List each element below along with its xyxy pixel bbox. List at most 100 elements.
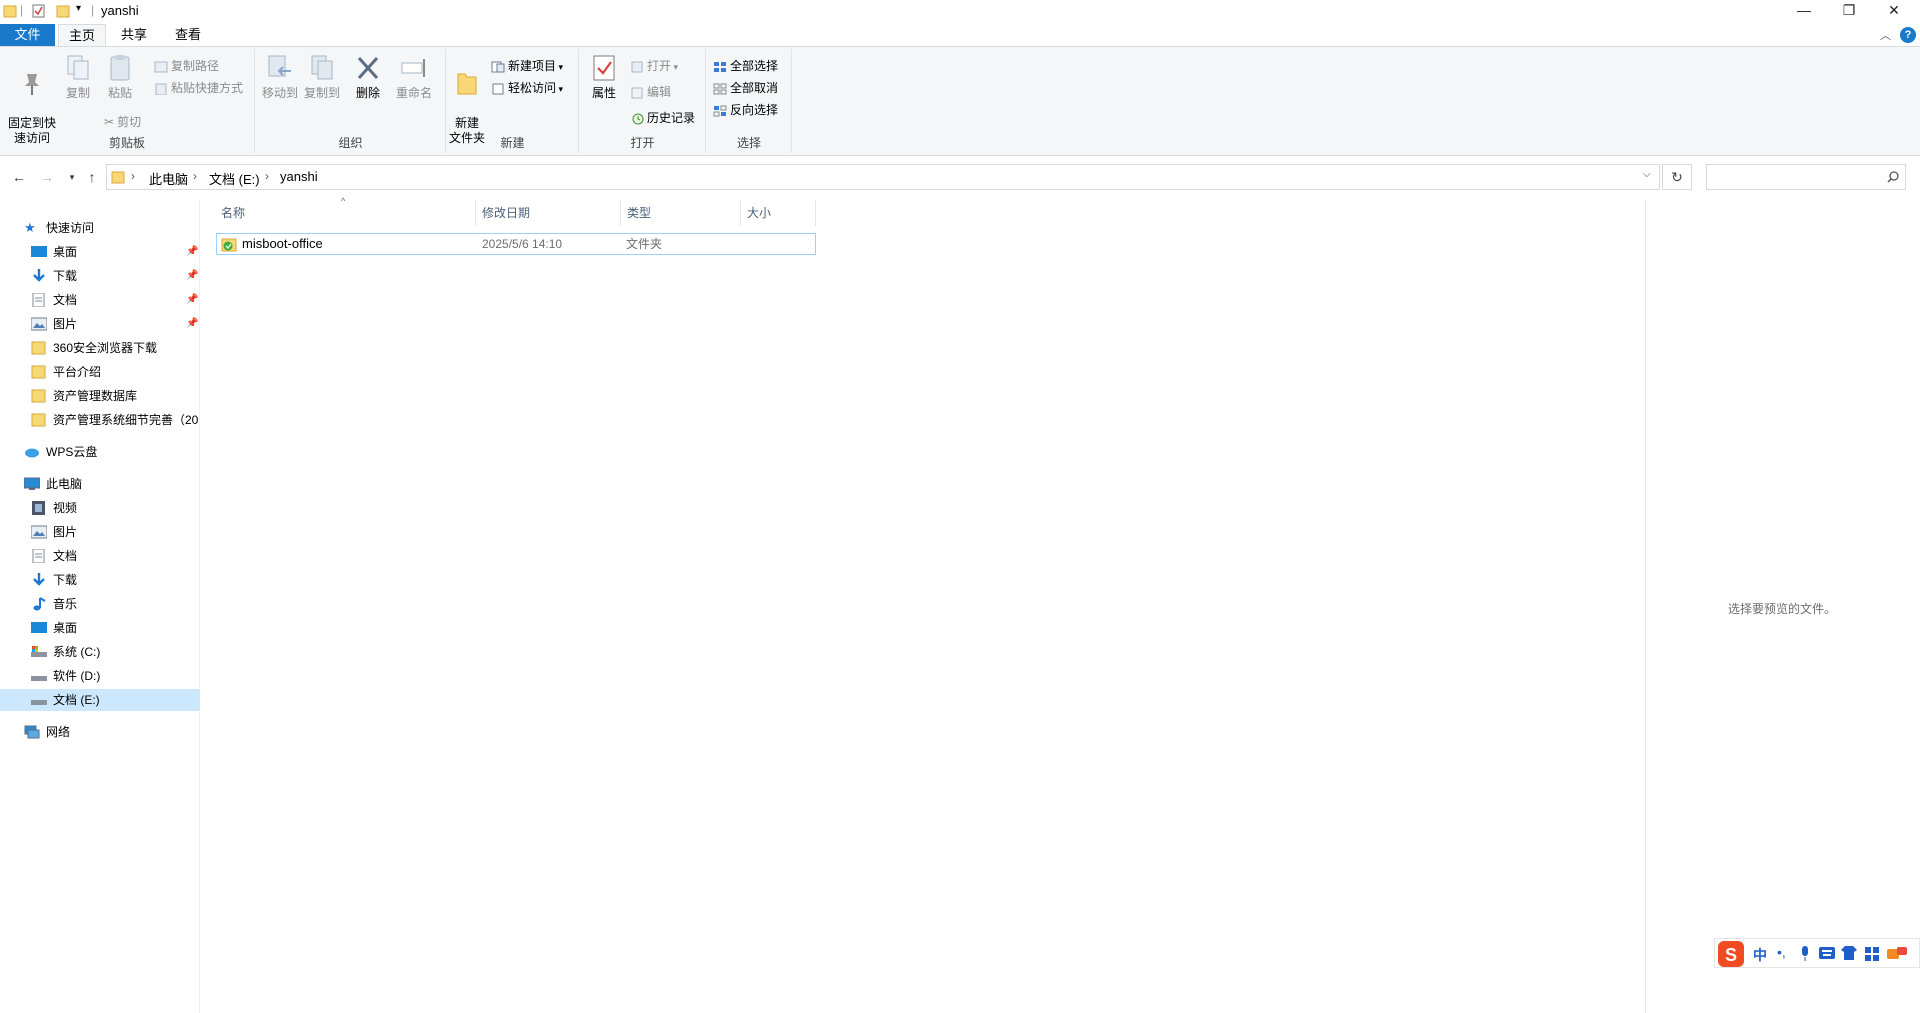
download-icon: [33, 573, 45, 586]
nav-item-pictures[interactable]: 图片: [31, 313, 201, 335]
nav-item-asset-db[interactable]: 资产管理数据库: [31, 385, 201, 407]
open-button[interactable]: 打开 ▾: [630, 57, 678, 75]
address-dropdown-icon[interactable]: ⌵: [1643, 169, 1651, 180]
new-item-button[interactable]: 新建项目 ▾: [491, 57, 563, 75]
group-select: 全部选择 全部取消 反向选择 选择: [707, 49, 792, 153]
help-icon[interactable]: ?: [1900, 27, 1916, 43]
nav-item-downloads[interactable]: 下载: [31, 265, 201, 287]
paste-button[interactable]: 粘贴: [104, 53, 136, 101]
tab-file[interactable]: 文件: [0, 24, 55, 46]
column-header-size[interactable]: 大小: [741, 200, 816, 226]
keyboard-icon[interactable]: [1819, 947, 1835, 959]
tab-home[interactable]: 主页: [58, 24, 106, 46]
ribbon-tabs: 文件 主页 共享 查看 ︿ ?: [0, 24, 1920, 46]
column-header-name[interactable]: 名称: [215, 200, 476, 226]
drive-icon: [31, 700, 47, 705]
skin-icon[interactable]: [1841, 946, 1857, 960]
nav-item-drive-c[interactable]: 系统 (C:): [31, 641, 201, 663]
properties-quick-icon[interactable]: [32, 3, 46, 19]
nav-quick-access[interactable]: ★ 快速访问: [24, 217, 194, 239]
nav-item-documents[interactable]: 文档: [31, 289, 201, 311]
refresh-icon[interactable]: ↻: [1662, 164, 1692, 190]
restore-button[interactable]: ❐: [1826, 0, 1872, 22]
minimize-button[interactable]: —: [1781, 0, 1827, 22]
up-icon[interactable]: ↑: [83, 168, 101, 186]
pin-icon[interactable]: 📌: [186, 318, 198, 329]
properties-button[interactable]: 属性: [588, 53, 620, 101]
quick-access-dropdown-icon[interactable]: ▾: [76, 3, 81, 19]
address-bar[interactable]: › 此电脑 › 文档 (E:) › yanshi ⌵: [106, 164, 1660, 190]
paste-shortcut-button[interactable]: 粘贴快捷方式: [154, 79, 243, 97]
nav-item-drive-d[interactable]: 软件 (D:): [31, 665, 201, 687]
nav-item-music[interactable]: 音乐: [31, 593, 201, 615]
nav-item-360-downloads[interactable]: 360安全浏览器下载: [31, 337, 201, 359]
table-row[interactable]: misboot-office 2025/5/6 14:10 文件夹: [216, 233, 816, 255]
breadcrumb-this-pc[interactable]: 此电脑: [149, 169, 188, 188]
easy-access-button[interactable]: 轻松访问 ▾: [491, 79, 563, 97]
nav-item-pc-downloads[interactable]: 下载: [31, 569, 201, 591]
history-button[interactable]: 历史记录: [630, 109, 695, 127]
nav-item-pc-desktop[interactable]: 桌面: [31, 617, 201, 639]
nav-item-videos[interactable]: 视频: [31, 497, 201, 519]
pin-icon[interactable]: 📌: [186, 270, 198, 281]
ime-extra-icon[interactable]: [1887, 947, 1909, 961]
pin-quick-access-button[interactable]: 固定到快 速访问: [4, 53, 60, 146]
nav-item-drive-e[interactable]: 文档 (E:): [0, 689, 200, 711]
nav-item-pc-documents[interactable]: 文档: [31, 545, 201, 567]
search-input[interactable]: [1706, 164, 1906, 190]
nav-item-label: 软件 (D:): [53, 669, 101, 683]
ribbon: 固定到快 速访问 复制 粘贴 复制路径 粘贴快捷方式 ✂ 剪切 剪贴板 移动到 复…: [0, 46, 1920, 156]
collapse-ribbon-icon[interactable]: ︿: [1880, 27, 1891, 43]
punctuation-icon[interactable]: •,: [1777, 944, 1786, 960]
recent-locations-icon[interactable]: ▾: [63, 168, 81, 186]
document-icon: [32, 549, 45, 563]
cut-button[interactable]: ✂ 剪切: [104, 113, 141, 131]
pin-icon[interactable]: 📌: [186, 294, 198, 305]
group-clipboard: 固定到快 速访问 复制 粘贴 复制路径 粘贴快捷方式 ✂ 剪切 剪贴板: [0, 49, 255, 153]
chevron-down-icon: ▾: [556, 84, 564, 94]
copy-button[interactable]: 复制: [62, 53, 94, 101]
copy-path-button[interactable]: 复制路径: [154, 57, 219, 75]
back-icon[interactable]: ←: [10, 168, 28, 186]
move-to-button[interactable]: 移动到: [260, 53, 300, 101]
nav-network[interactable]: 网络: [24, 721, 194, 743]
tab-view[interactable]: 查看: [167, 24, 209, 46]
column-header-date[interactable]: 修改日期: [476, 200, 621, 226]
new-folder-icon: [457, 73, 477, 95]
select-none-button[interactable]: 全部取消: [713, 79, 778, 97]
breadcrumb-drive-e[interactable]: 文档 (E:): [209, 169, 260, 188]
network-icon: [24, 725, 40, 739]
navigation-pane: ★ 快速访问 桌面 📌 下载 📌 文档 📌 图片 📌 360安全浏览器下载 平台…: [0, 200, 200, 1013]
tab-share[interactable]: 共享: [113, 24, 155, 46]
breadcrumb-yanshi[interactable]: yanshi: [280, 169, 318, 184]
ime-language-toggle[interactable]: 中: [1753, 945, 1767, 965]
copy-to-button[interactable]: 复制到: [302, 53, 342, 101]
invert-selection-button[interactable]: 反向选择: [713, 101, 778, 119]
copy-icon: [67, 55, 89, 80]
edit-button[interactable]: 编辑: [630, 83, 671, 101]
nav-item-pc-pictures[interactable]: 图片: [31, 521, 201, 543]
sogou-logo-icon[interactable]: S: [1718, 941, 1744, 967]
select-all-icon: [714, 62, 726, 72]
forward-icon[interactable]: →: [38, 168, 56, 186]
pin-icon[interactable]: 📌: [186, 246, 198, 257]
folder-icon: [31, 365, 46, 379]
copy-label: 复制: [65, 86, 90, 100]
toolbox-icon[interactable]: [1865, 947, 1879, 961]
select-all-button[interactable]: 全部选择: [713, 57, 778, 75]
new-folder-button[interactable]: 新建 文件夹: [447, 53, 487, 146]
edit-label: 编辑: [647, 85, 672, 99]
nav-item-desktop[interactable]: 桌面: [31, 241, 201, 263]
microphone-icon[interactable]: [1799, 946, 1811, 962]
close-button[interactable]: ✕: [1871, 0, 1917, 22]
nav-item-asset-system[interactable]: 资产管理系统细节完善（20: [31, 409, 199, 431]
rename-button[interactable]: 重命名: [394, 53, 434, 101]
nav-this-pc[interactable]: 此电脑: [24, 473, 194, 495]
new-folder-quick-icon[interactable]: [56, 3, 70, 19]
delete-button[interactable]: 删除: [352, 53, 384, 101]
nav-wps-cloud[interactable]: WPS云盘: [24, 441, 194, 463]
nav-item-platform-intro[interactable]: 平台介绍: [31, 361, 201, 383]
move-to-icon: [268, 55, 291, 77]
paste-shortcut-icon: [155, 83, 167, 96]
column-header-type[interactable]: 类型: [621, 200, 741, 226]
